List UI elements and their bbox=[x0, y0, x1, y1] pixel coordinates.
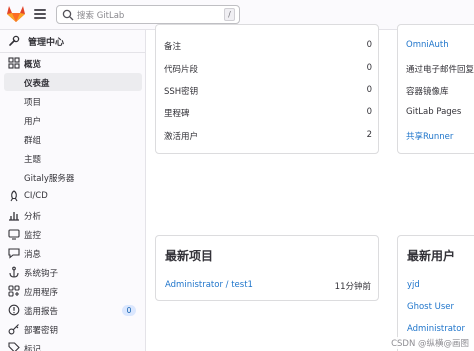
main-content: 备注 0 代码片段 0 SSH密钥 0 里程碑 0 激活用户 2 OmniAut… bbox=[147, 24, 474, 351]
project-link[interactable]: Administrator / test1 bbox=[165, 280, 253, 290]
count-badge: 0 bbox=[122, 305, 136, 316]
sidebar-item-abuse-reports[interactable]: 滥用报告 0 bbox=[4, 301, 142, 319]
sidebar-item-projects[interactable]: 项目 bbox=[4, 92, 142, 110]
sidebar-item-label: 分析 bbox=[24, 212, 42, 222]
chart-icon bbox=[9, 212, 19, 221]
stat-value: 0 bbox=[366, 85, 372, 95]
gitlab-tanuki-icon[interactable] bbox=[6, 5, 26, 23]
sidebar-item-label: 系统钩子 bbox=[24, 269, 59, 279]
watermark: CSDN @纵横@画图 bbox=[389, 337, 471, 349]
grid-icon bbox=[8, 57, 20, 69]
sidebar-item-label: 应用程序 bbox=[24, 288, 59, 298]
stat-row: 代码片段 0 bbox=[164, 63, 372, 77]
search-placeholder: 搜索 GitLab bbox=[77, 11, 125, 21]
sidebar-item-cicd[interactable]: CI/CD bbox=[4, 187, 142, 205]
sidebar-item-label: 群组 bbox=[24, 136, 42, 146]
project-time: 11分钟前 bbox=[334, 282, 371, 292]
sidebar-item-label: 部署密钥 bbox=[24, 326, 59, 336]
latest-users-title: 最新用户 bbox=[407, 249, 456, 263]
project-row: Administrator / test1 11分钟前 bbox=[165, 280, 371, 292]
sidebar-item-label: 概览 bbox=[24, 60, 42, 70]
search-shortcut-key: / bbox=[224, 8, 235, 21]
stat-label: 备注 bbox=[164, 42, 182, 52]
latest-projects-title: 最新项目 bbox=[165, 249, 214, 263]
sidebar-item-analytics[interactable]: 分析 bbox=[4, 206, 142, 224]
sidebar: 管理中心 概览 仪表盘 项目 用户 群组 主题 Gitaly服务器 CI/CD bbox=[0, 30, 146, 351]
sidebar-item-label: 主题 bbox=[24, 155, 42, 165]
hamburger-icon[interactable] bbox=[34, 9, 46, 19]
sidebar-item-system-hooks[interactable]: 系统钩子 bbox=[4, 263, 142, 281]
key-icon bbox=[8, 324, 19, 335]
stat-value: 0 bbox=[366, 63, 372, 73]
sidebar-item-label: 用户 bbox=[24, 117, 42, 127]
anchor-icon bbox=[9, 266, 19, 278]
sidebar-item-topics[interactable]: 主题 bbox=[4, 149, 142, 167]
stat-row: 里程碑 0 bbox=[164, 107, 372, 121]
sidebar-item-label: 标记 bbox=[24, 345, 42, 351]
sidebar-item-dashboard[interactable]: 仪表盘 bbox=[4, 73, 142, 91]
sidebar-item-deploy-keys[interactable]: 部署密钥 bbox=[4, 320, 142, 338]
feature-label: GitLab Pages bbox=[406, 107, 462, 117]
features-card: OmniAuth 通过电子邮件回复 容器镜像库 GitLab Pages 共享R… bbox=[397, 24, 474, 154]
user-link[interactable]: Ghost User bbox=[407, 302, 454, 312]
sidebar-item-label: 监控 bbox=[24, 231, 42, 241]
user-link[interactable]: Administrator bbox=[407, 324, 465, 334]
statistics-card: 备注 0 代码片段 0 SSH密钥 0 里程碑 0 激活用户 2 bbox=[155, 24, 379, 154]
sidebar-item-label: 项目 bbox=[24, 98, 42, 108]
sidebar-item-label: 仪表盘 bbox=[24, 79, 50, 89]
sidebar-divider bbox=[0, 52, 146, 53]
sidebar-item-users[interactable]: 用户 bbox=[4, 111, 142, 129]
latest-projects-card: 最新项目 Administrator / test1 11分钟前 bbox=[155, 235, 379, 301]
sidebar-item-label: 消息 bbox=[24, 250, 42, 260]
sidebar-item-applications[interactable]: 应用程序 bbox=[4, 282, 142, 300]
feature-link-shared-runners[interactable]: 共享Runner bbox=[406, 130, 453, 144]
wrench-icon bbox=[9, 35, 20, 46]
monitor-icon bbox=[8, 229, 20, 240]
stat-row: 备注 0 bbox=[164, 40, 372, 54]
sidebar-item-label: Gitaly服务器 bbox=[24, 174, 75, 184]
sidebar-header[interactable]: 管理中心 bbox=[0, 30, 146, 52]
stat-row: SSH密钥 0 bbox=[164, 85, 372, 99]
message-icon bbox=[8, 248, 20, 259]
stat-row: 激活用户 2 bbox=[164, 130, 372, 144]
stat-label: 代码片段 bbox=[164, 65, 199, 75]
sidebar-header-label: 管理中心 bbox=[28, 38, 65, 48]
feature-label: 容器镜像库 bbox=[406, 87, 449, 97]
stat-label: 里程碑 bbox=[164, 109, 190, 119]
sidebar-item-labels[interactable]: 标记 bbox=[4, 339, 142, 351]
sidebar-item-label: CI/CD bbox=[24, 191, 48, 201]
sidebar-item-groups[interactable]: 群组 bbox=[4, 130, 142, 148]
sidebar-item-overview[interactable]: 概览 bbox=[4, 54, 142, 72]
sidebar-item-monitoring[interactable]: 监控 bbox=[4, 225, 142, 243]
label-icon bbox=[8, 342, 20, 351]
search-icon bbox=[62, 9, 74, 21]
sidebar-item-messages[interactable]: 消息 bbox=[4, 244, 142, 262]
apps-icon bbox=[8, 285, 20, 297]
stat-value: 2 bbox=[366, 130, 372, 140]
sidebar-item-gitaly-servers[interactable]: Gitaly服务器 bbox=[4, 168, 142, 186]
rocket-icon bbox=[10, 190, 18, 202]
feature-link-omniauth[interactable]: OmniAuth bbox=[406, 40, 449, 54]
stat-value: 0 bbox=[366, 107, 372, 117]
stat-value: 0 bbox=[366, 40, 372, 50]
alert-icon bbox=[8, 304, 20, 316]
stat-label: SSH密钥 bbox=[164, 87, 199, 97]
search-input[interactable]: 搜索 GitLab / bbox=[56, 5, 240, 24]
stat-label: 激活用户 bbox=[164, 132, 199, 142]
user-link[interactable]: yjd bbox=[407, 280, 420, 290]
sidebar-item-label: 滥用报告 bbox=[24, 307, 59, 317]
feature-label: 通过电子邮件回复 bbox=[406, 65, 474, 75]
latest-users-card: 最新用户 yjd Ghost User Administrator bbox=[397, 235, 474, 351]
